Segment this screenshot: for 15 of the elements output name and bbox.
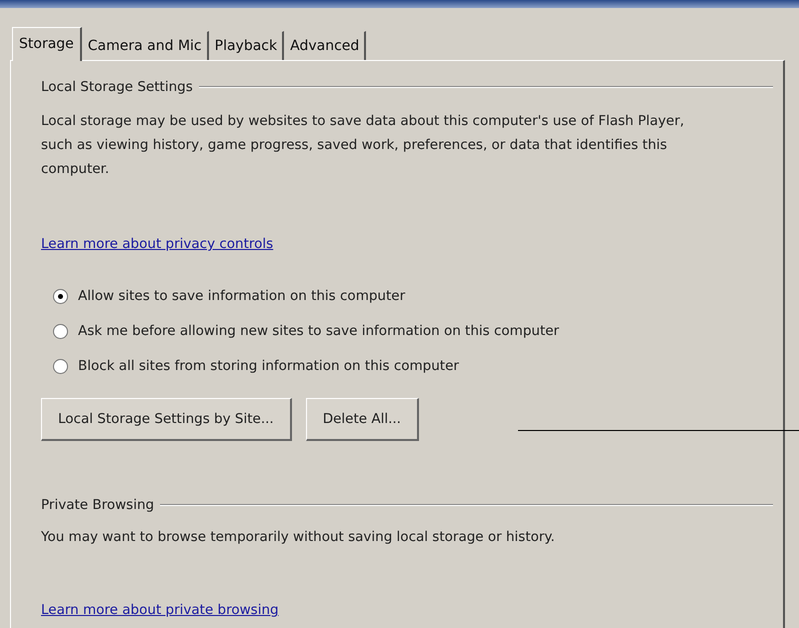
tab[interactable]: Storage xyxy=(12,27,82,61)
radio-button[interactable] xyxy=(53,324,68,338)
radio-button[interactable] xyxy=(53,288,68,304)
radio-label: Allow sites to save information on this computer xyxy=(78,288,406,304)
radio-button[interactable] xyxy=(53,358,68,374)
section-heading: Local Storage Settings xyxy=(41,79,193,95)
section-heading: Private Browsing xyxy=(41,497,154,513)
description-text: Local storage may be used by websites to save data about this computer's use of Flash Player, such as viewing history, game progress, saved work, preferences, or data that identifies this computer. xyxy=(41,112,686,179)
description-text: You may want to browse temporarily without saving local storage or history. xyxy=(41,528,556,547)
privacy-link[interactable]: Learn more about privacy controls xyxy=(41,236,274,252)
site-settings-button[interactable]: Local Storage Settings by Site... xyxy=(41,398,292,441)
radio-label: Block all sites from storing information on this computer xyxy=(78,358,459,374)
delete-all-button[interactable]: Delete All... xyxy=(306,398,419,441)
radio-label: Ask me before allowing new sites to save information on this computer xyxy=(78,323,560,339)
private-browsing-link[interactable]: Learn more about private browsing xyxy=(41,602,279,618)
